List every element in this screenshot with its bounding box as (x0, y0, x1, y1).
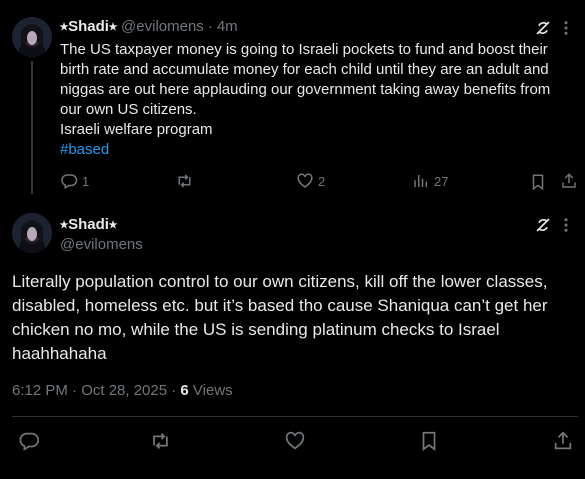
reply-button[interactable] (18, 430, 40, 452)
handle[interactable]: @evilomens (60, 235, 143, 255)
share-icon (560, 172, 578, 190)
repost-icon (149, 430, 172, 452)
tweet-text: The US taxpayer money is going to Israel… (60, 40, 580, 160)
more-icon[interactable] (557, 19, 575, 37)
views-count: 27 (434, 173, 449, 189)
thread-line (31, 61, 33, 194)
views-button[interactable]: 27 (412, 172, 448, 190)
like-button[interactable]: 2 (296, 172, 325, 190)
share-icon (552, 430, 574, 452)
like-button[interactable] (284, 430, 306, 452)
views-label: Views (188, 382, 233, 399)
reply-count: 1 (82, 173, 90, 189)
grok-icon[interactable] (534, 216, 552, 234)
tweet-text-line: Israeli welfare program (60, 121, 213, 138)
views-icon (412, 172, 430, 190)
bookmark-button[interactable] (419, 430, 439, 452)
display-name[interactable]: ⭑Shadi⭑ (60, 215, 143, 235)
tweet-header: ⭑Shadi⭑ @evilomens · 4m (60, 18, 238, 35)
grok-icon[interactable] (534, 19, 552, 37)
repost-button[interactable] (175, 172, 198, 190)
repost-button[interactable] (149, 430, 172, 452)
bookmark-icon (530, 173, 546, 191)
reply-icon (18, 430, 40, 452)
repost-icon (175, 172, 194, 190)
like-icon (284, 430, 306, 452)
tweet-text-line: Literally population control to our own … (12, 272, 548, 291)
tweet-text: Literally population control to our own … (12, 270, 582, 366)
views-number: 6 (180, 382, 189, 399)
like-count: 2 (318, 173, 326, 189)
tweet-meta: 6:12 PM · Oct 28, 2025 · 6 Views (12, 382, 233, 399)
more-icon[interactable] (557, 216, 575, 234)
hashtag-link[interactable]: #based (60, 140, 580, 160)
reply-icon (60, 172, 78, 190)
avatar[interactable] (12, 213, 52, 253)
reply-button[interactable]: 1 (60, 172, 89, 190)
display-name[interactable]: ⭑Shadi⭑ (60, 18, 117, 35)
like-icon (296, 172, 314, 190)
tweet-text-line: birth rate and accumulate money for each… (60, 61, 549, 78)
tweet-text-line: disabled, homeless etc. but it’s based t… (12, 296, 548, 315)
bookmark-button[interactable] (530, 173, 546, 191)
post-timestamp[interactable]: 6:12 PM · Oct 28, 2025 · (12, 382, 180, 399)
tweet-text-line: haahhahaha (12, 344, 107, 363)
avatar[interactable] (12, 17, 52, 57)
share-button[interactable] (560, 172, 578, 190)
bookmark-icon (419, 430, 439, 452)
tweet-author: ⭑Shadi⭑ @evilomens (60, 215, 143, 255)
timestamp[interactable]: 4m (217, 18, 238, 35)
handle[interactable]: @evilomens (121, 18, 204, 35)
divider (12, 416, 578, 417)
tweet-text-line: chicken no mo, while the US is sending p… (12, 320, 500, 339)
tweet-text-line: niggas are out here applauding our gover… (60, 81, 551, 98)
tweet-text-line: our own US citizens. (60, 101, 197, 118)
tweet-text-line: The US taxpayer money is going to Israel… (60, 41, 548, 58)
share-button[interactable] (552, 430, 574, 452)
separator: · (207, 18, 213, 35)
